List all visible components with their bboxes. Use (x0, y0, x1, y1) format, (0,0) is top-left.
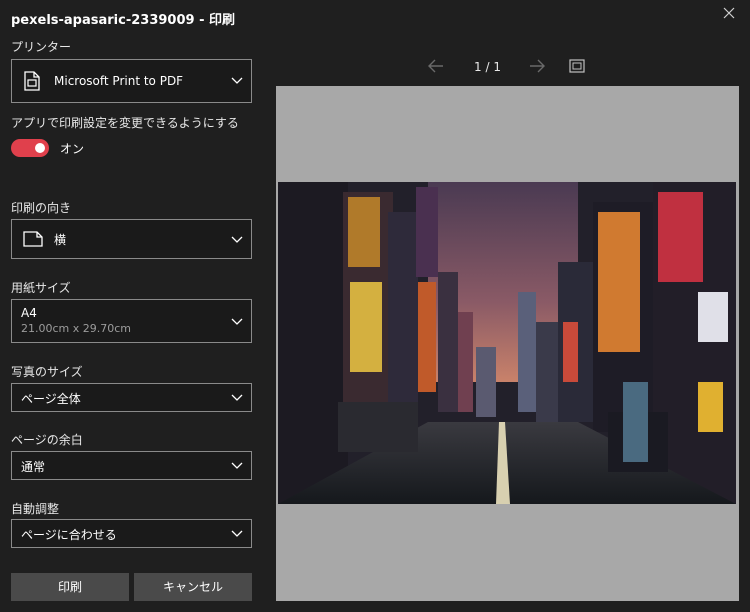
auto-adjust-label: 自動調整 (11, 502, 60, 516)
cancel-button[interactable]: キャンセル (134, 573, 252, 601)
chevron-down-icon (231, 530, 243, 537)
window-title: pexels-apasaric-2339009 - 印刷 (11, 13, 236, 28)
next-page-button[interactable] (529, 58, 545, 77)
page-counter: 1 / 1 (465, 60, 510, 74)
preview-photo (278, 182, 736, 504)
orientation-label: 印刷の向き (11, 201, 72, 215)
close-button[interactable] (719, 5, 739, 25)
chevron-down-icon (231, 77, 243, 84)
print-preview-page (276, 86, 739, 601)
chevron-down-icon (231, 236, 243, 243)
chevron-down-icon (231, 394, 243, 401)
chevron-down-icon (231, 318, 243, 325)
margins-label: ページの余白 (11, 433, 83, 447)
arrow-right-icon (530, 59, 545, 73)
fit-page-button[interactable] (569, 58, 585, 77)
total-pages: 1 (493, 60, 501, 74)
app-settings-label: アプリで印刷設定を変更できるようにする (11, 116, 239, 130)
photo-size-value: ページ全体 (21, 392, 81, 406)
current-page: 1 (474, 60, 482, 74)
auto-adjust-select[interactable]: ページに合わせる (11, 519, 252, 548)
orientation-value: 横 (54, 233, 67, 247)
close-icon (723, 7, 735, 19)
printer-select[interactable]: Microsoft Print to PDF (11, 59, 252, 103)
auto-adjust-value: ページに合わせる (21, 528, 117, 542)
page-separator: / (485, 60, 490, 74)
city-street-photo (278, 182, 736, 504)
photo-size-label: 写真のサイズ (11, 365, 83, 379)
paper-size-select[interactable]: A4 21.00cm x 29.70cm (11, 299, 252, 343)
printer-icon (24, 71, 40, 91)
arrow-left-icon (428, 59, 443, 73)
photo-size-select[interactable]: ページ全体 (11, 383, 252, 412)
previous-page-button[interactable] (428, 58, 444, 77)
margins-select[interactable]: 通常 (11, 451, 252, 480)
printer-label: プリンター (11, 40, 72, 54)
margins-value: 通常 (21, 460, 46, 474)
chevron-down-icon (231, 462, 243, 469)
app-settings-state: オン (60, 142, 85, 156)
app-settings-toggle[interactable] (11, 139, 49, 157)
orientation-select[interactable]: 横 (11, 219, 252, 259)
paper-size-value: A4 (21, 306, 37, 320)
page-landscape-icon (23, 231, 43, 247)
paper-size-label: 用紙サイズ (11, 281, 71, 295)
printer-value: Microsoft Print to PDF (54, 74, 184, 88)
toggle-knob (35, 143, 45, 153)
paper-size-dimensions: 21.00cm x 29.70cm (21, 322, 132, 335)
print-button[interactable]: 印刷 (11, 573, 129, 601)
fit-page-icon (569, 59, 585, 73)
